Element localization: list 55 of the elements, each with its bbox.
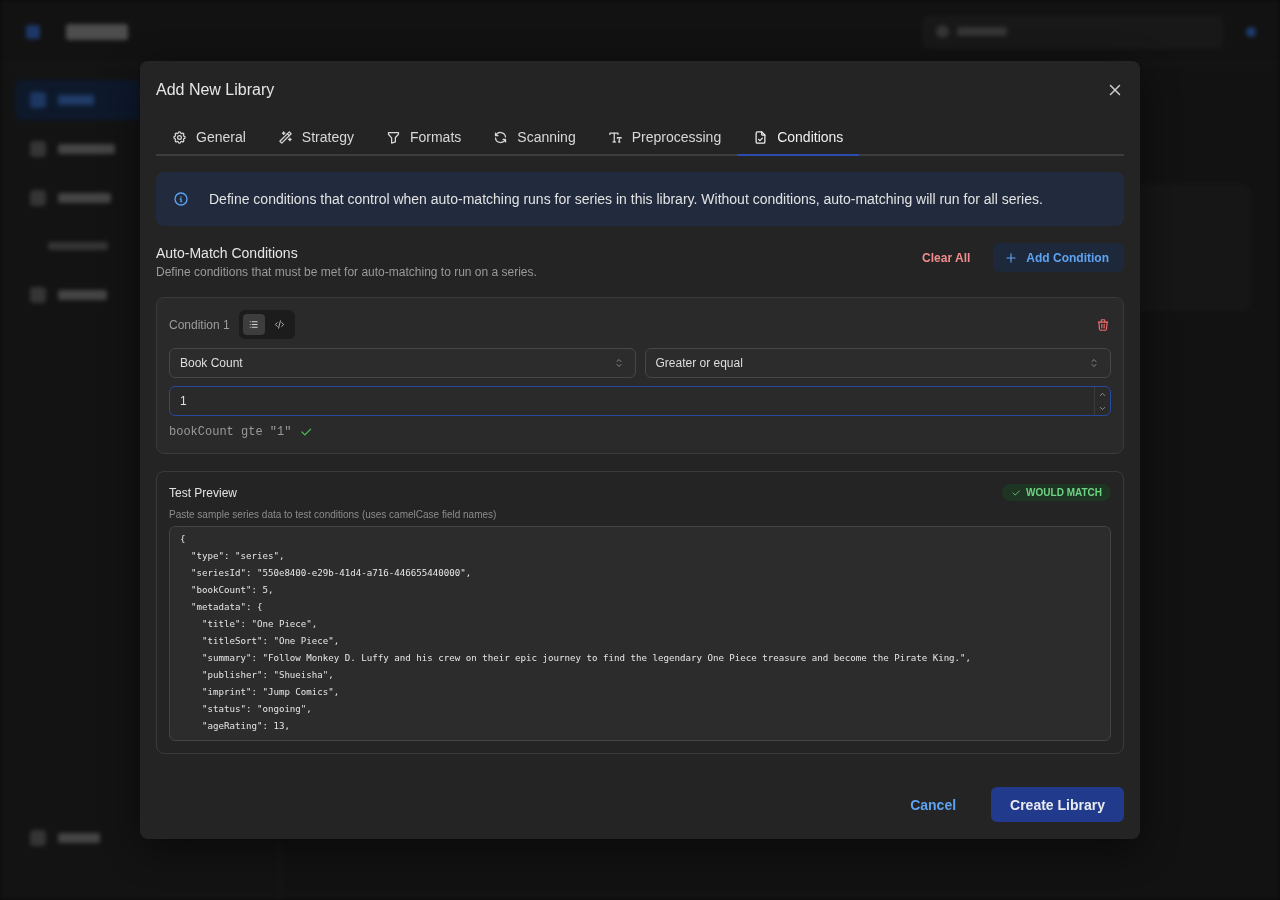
wand-icon xyxy=(277,129,293,145)
operator-select[interactable]: Greater or equal xyxy=(644,348,1111,378)
list-mode-button[interactable] xyxy=(242,314,265,335)
dialog-title: Add New Library xyxy=(156,81,275,99)
refresh-icon xyxy=(493,129,509,145)
check-icon xyxy=(1011,487,1022,498)
selector-icon xyxy=(1088,357,1100,369)
blurred-icon xyxy=(936,25,949,38)
cancel-button[interactable]: Cancel xyxy=(894,787,973,822)
blurred-icon xyxy=(30,141,46,157)
logo-icon xyxy=(26,24,40,39)
tab[interactable]: Preprocessing xyxy=(591,120,738,156)
field-select[interactable]: Book Count xyxy=(169,348,636,378)
tab[interactable]: Strategy xyxy=(261,120,370,156)
info-text: Define conditions that control when auto-matching runs for series in this library. Without conditions, auto-matching will run for all series. xyxy=(209,191,1043,207)
clear-all-button[interactable]: Clear All xyxy=(910,243,983,272)
code-icon xyxy=(274,319,286,330)
avatar-icon[interactable] xyxy=(1246,26,1256,37)
value-input[interactable]: 1 xyxy=(169,386,1111,416)
blurred-label xyxy=(48,242,108,250)
tab[interactable]: Conditions xyxy=(737,120,860,156)
tab[interactable]: Scanning xyxy=(477,120,592,156)
blurred-title xyxy=(66,23,128,40)
blurred-label xyxy=(58,290,107,300)
condition-label: Condition 1 xyxy=(169,317,230,332)
section-title: Auto-Match Conditions xyxy=(156,244,299,263)
file-check-icon xyxy=(753,129,769,145)
blurred-label xyxy=(58,144,115,154)
settings-icon xyxy=(172,129,187,145)
preview-hint: Paste sample series data to test conditions (uses camelCase field names) xyxy=(169,509,498,521)
sample-json-textarea[interactable]: { "type": "series", "seriesId": "550e8400-e29b-41d4-a716-446655440000", "bookCount": 5, "metadata": { "title": "One Piece", "titleSort": "One Piece", "summary": "Follow Monkey D. Luffy and his crew on their epic journey to find the legendary One Piece treasure and become the Pirate King.", "publisher": "Shueisha", "imprint": "Jump Comics", "status": "ongoing", "ageRating": 13, xyxy=(169,526,1111,741)
add-condition-button[interactable]: Add Condition xyxy=(993,243,1124,272)
text-size-icon xyxy=(607,129,623,145)
delete-button[interactable] xyxy=(1096,317,1110,332)
trash-icon xyxy=(1096,317,1110,332)
list-icon xyxy=(248,319,260,330)
tab[interactable]: Formats xyxy=(369,120,478,156)
blurred-icon xyxy=(30,92,46,108)
condition-expression: bookCount gte "1" xyxy=(169,425,292,439)
blurred-label xyxy=(58,95,94,105)
blurred-icon xyxy=(30,287,46,303)
blurred-icon xyxy=(30,830,46,846)
match-status: WOULD MATCH xyxy=(1026,487,1102,498)
blurred-icon xyxy=(30,190,46,206)
funnel-icon xyxy=(385,129,401,145)
info-icon xyxy=(173,191,189,207)
blurred-label xyxy=(58,193,111,203)
preview-title: Test Preview xyxy=(169,485,238,500)
blurred-label xyxy=(957,27,1007,36)
blurred-label xyxy=(58,833,100,843)
tab[interactable]: General xyxy=(156,120,262,156)
plus-icon xyxy=(1004,250,1019,265)
create-library-button[interactable]: Create Library xyxy=(991,787,1124,822)
blurred-nav-item[interactable] xyxy=(15,80,140,120)
section-subtitle: Define conditions that must be met for auto-matching to run on a series. xyxy=(156,264,537,280)
